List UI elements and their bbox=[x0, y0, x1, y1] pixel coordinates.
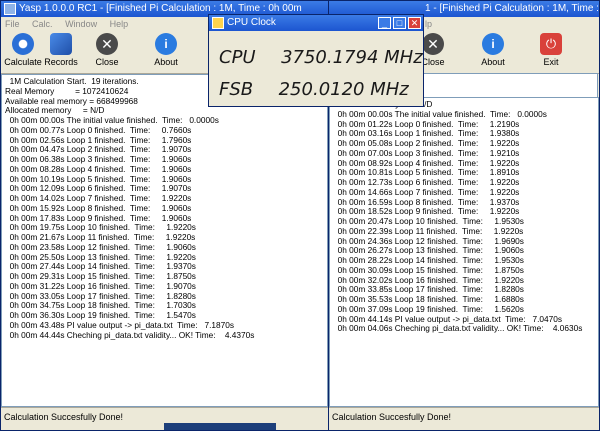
power-icon: ⏻ bbox=[540, 33, 562, 55]
app-icon bbox=[4, 3, 16, 15]
menu-file[interactable]: File bbox=[5, 19, 20, 29]
right-status-text: Calculation Succesfully Done! bbox=[332, 412, 452, 422]
info-icon: i bbox=[155, 33, 177, 55]
left-title: Yasp 1.0.0.0 RC1 - [Finished Pi Calculat… bbox=[19, 3, 302, 14]
cpu-label: CPU bbox=[219, 47, 256, 68]
exit-button[interactable]: ⏻ Exit bbox=[529, 33, 573, 67]
maximize-button[interactable]: □ bbox=[393, 17, 406, 29]
left-status-text: Calculation Succesfully Done! bbox=[4, 412, 124, 422]
right-title: 1 - [Finished Pi Calculation : 1M, Time … bbox=[425, 3, 599, 14]
close-icon: ✕ bbox=[422, 33, 444, 55]
close-button[interactable]: ✕ Close bbox=[85, 33, 129, 67]
about-button[interactable]: i About bbox=[144, 33, 188, 67]
menu-help[interactable]: Help bbox=[110, 19, 129, 29]
menu-calc[interactable]: Calc. bbox=[32, 19, 53, 29]
minimize-button[interactable]: _ bbox=[378, 17, 391, 29]
menu-help[interactable]: lp bbox=[425, 19, 432, 29]
info-icon: i bbox=[482, 33, 504, 55]
right-status-bar: Calculation Succesfully Done! bbox=[329, 407, 599, 425]
records-button[interactable]: Records bbox=[39, 33, 83, 67]
banner-strip bbox=[164, 423, 276, 430]
window-close-button[interactable]: ✕ bbox=[408, 17, 421, 29]
cpu-readout: CPU 3750.1794 MHz bbox=[219, 47, 423, 68]
log-line: 0h 00m 04.06s Cheching pi_data.txt valid… bbox=[333, 323, 583, 334]
cpu-value: 3750.1794 MHz bbox=[281, 47, 423, 68]
gear-icon bbox=[12, 33, 34, 55]
clock-icon bbox=[212, 17, 224, 29]
close-icon: ✕ bbox=[96, 33, 118, 55]
book-icon bbox=[50, 33, 72, 55]
left-log-output[interactable]: 1M Calculation Start. 19 iterations. Real… bbox=[1, 74, 328, 407]
about-button[interactable]: i About bbox=[471, 33, 515, 67]
right-log-output[interactable]: Allocated memory = N/D 0h 00m 00.00s The… bbox=[329, 97, 599, 407]
cpu-clock-titlebar[interactable]: CPU Clock _ □ ✕ bbox=[209, 15, 423, 31]
menu-window[interactable]: Window bbox=[65, 19, 97, 29]
fsb-readout: FSB 250.0120 MHz bbox=[219, 79, 409, 100]
cpu-clock-title: CPU Clock bbox=[227, 17, 276, 28]
fsb-value: 250.0120 MHz bbox=[278, 79, 409, 100]
fsb-label: FSB bbox=[219, 79, 254, 100]
log-line: 0h 00m 44.44s Cheching pi_data.txt valid… bbox=[5, 329, 255, 340]
cpu-clock-window[interactable]: CPU Clock _ □ ✕ CPU 3750.1794 MHz FSB 25… bbox=[208, 14, 424, 107]
